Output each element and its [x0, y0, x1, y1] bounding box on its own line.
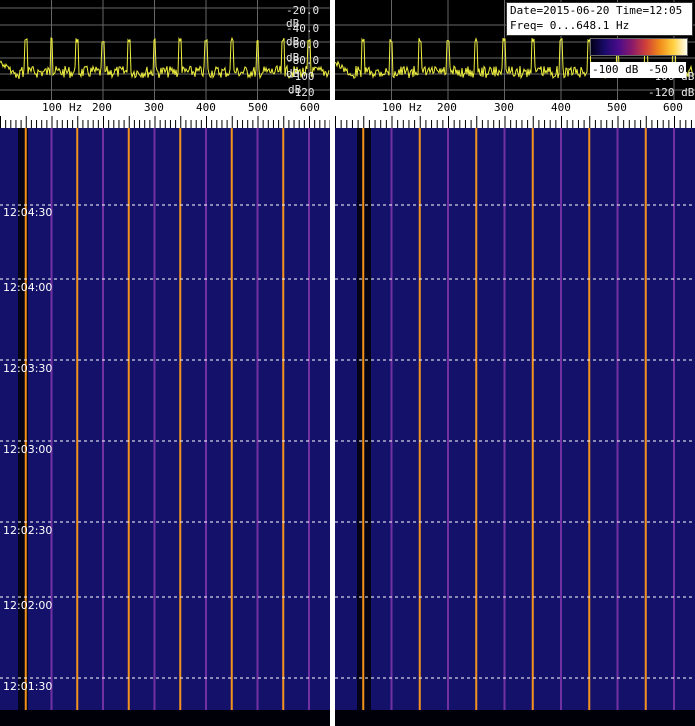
frequency-axis: 100 Hz 200 300 400 500 600 — [0, 100, 330, 128]
color-scale-labels: -100 dB -50 0 — [590, 62, 686, 78]
info-box: Date=2015-06-20 Time=12:05 Freq= 0...648… — [506, 2, 693, 36]
freq-label: 300 — [494, 101, 514, 114]
color-scale-gradient — [590, 38, 688, 56]
waterfall-display — [335, 128, 695, 726]
time-label: 12:04:30 — [3, 206, 53, 219]
freq-label: 600 — [300, 101, 320, 114]
right-channel-panel: -100 dB -120 dB 100 Hz 200 300 400 500 6… — [335, 0, 695, 726]
waterfall-display: 12:04:30 12:04:00 12:03:30 12:03:00 12:0… — [0, 128, 330, 726]
time-label: 12:04:00 — [3, 281, 53, 294]
time-label: 12:03:30 — [3, 362, 53, 375]
freq-unit-label: Hz — [69, 101, 83, 114]
freq-label: 100 — [42, 101, 62, 114]
waterfall-bottom-band — [0, 710, 330, 726]
frequency-axis: 100 Hz 200 300 400 500 600 — [335, 100, 695, 128]
freq-label: 600 — [663, 101, 683, 114]
color-scale: -100 dB -50 0 — [590, 38, 688, 78]
freq-label: 400 — [196, 101, 216, 114]
color-scale-mid: -50 — [648, 63, 668, 76]
frequency-range-text: Freq= 0...648.1 Hz — [510, 19, 630, 32]
freq-label: 400 — [551, 101, 571, 114]
db-label: -120 dB — [648, 86, 695, 99]
freq-label: 200 — [92, 101, 112, 114]
time-label: 12:01:30 — [3, 680, 53, 693]
left-channel-panel: -20.0 dB -40.0 dB -60.0 dB -80.0 dB -100… — [0, 0, 330, 726]
freq-label: 100 — [382, 101, 402, 114]
time-label: 12:02:30 — [3, 524, 53, 537]
freq-unit-label: Hz — [409, 101, 423, 114]
freq-label: 300 — [144, 101, 164, 114]
freq-label: 200 — [437, 101, 457, 114]
waterfall-bottom-band — [335, 710, 695, 726]
spectrum-plot: -20.0 dB -40.0 dB -60.0 dB -80.0 dB -100… — [0, 0, 330, 112]
date-time-text: Date=2015-06-20 Time=12:05 — [510, 4, 683, 17]
time-label: 12:03:00 — [3, 443, 53, 456]
time-label: 12:02:00 — [3, 599, 53, 612]
freq-label: 500 — [607, 101, 627, 114]
freq-label: 500 — [248, 101, 268, 114]
color-scale-min: -100 dB — [592, 63, 639, 76]
color-scale-max: 0 — [678, 63, 685, 76]
waterfall-background — [335, 128, 695, 726]
spectrum-trace-svg — [0, 0, 330, 100]
waterfall-svg — [335, 128, 695, 726]
